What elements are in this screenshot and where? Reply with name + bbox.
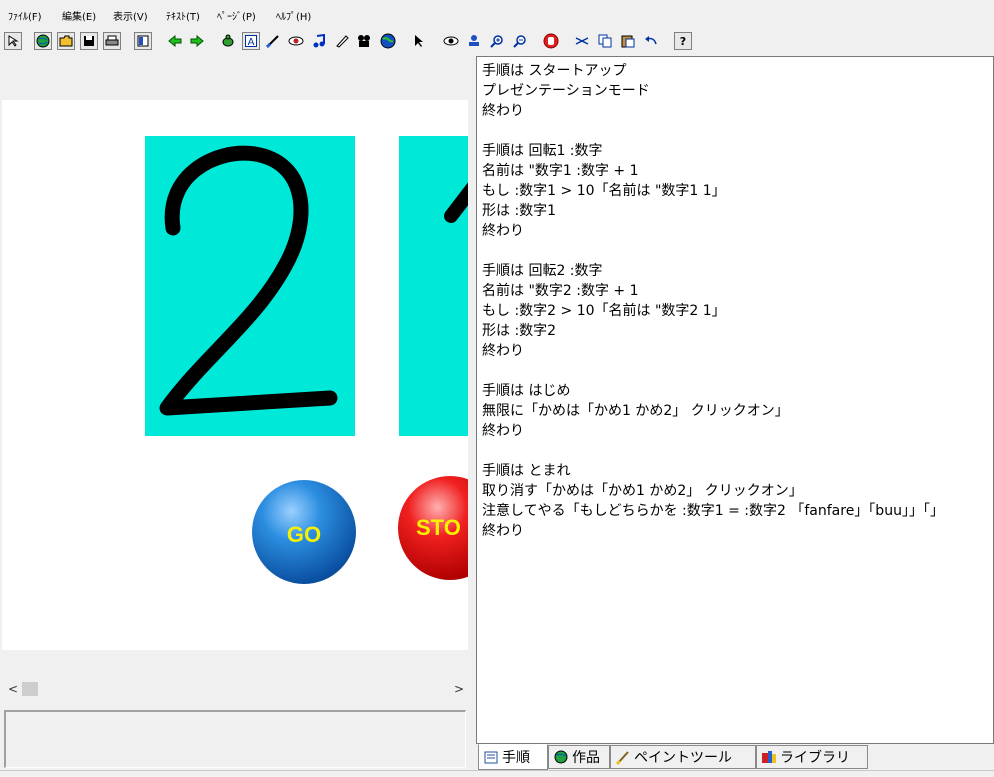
menu-text[interactable]: ﾃｷｽﾄ(T) — [166, 8, 200, 23]
tab-library-label: ライブラリ — [780, 750, 850, 766]
library-icon — [761, 749, 777, 765]
script-line[interactable]: 名前は "数字1 :数字 + 1 — [482, 161, 987, 181]
script-line[interactable]: 手順は スタートアップ — [482, 61, 987, 81]
stage-canvas[interactable]: GO STO — [2, 100, 468, 650]
watch-icon[interactable] — [442, 32, 460, 50]
stage-pane: GO STO — [2, 56, 468, 680]
stage-horizontal-scrollbar[interactable]: < > — [2, 680, 468, 698]
movie-camera-icon[interactable] — [356, 32, 374, 50]
svg-text:A: A — [248, 37, 255, 47]
copy-icon[interactable] — [596, 32, 614, 50]
go-label: GO — [286, 522, 322, 547]
music-note-icon[interactable] — [310, 32, 328, 50]
stop-label: STO — [416, 515, 461, 540]
message-box — [4, 710, 466, 768]
open-folder-icon[interactable] — [57, 32, 75, 50]
script-line[interactable]: 終わり — [482, 101, 987, 121]
paint-brush-icon[interactable] — [264, 32, 282, 50]
zoom-out-icon[interactable] — [511, 32, 529, 50]
stop-hand-icon[interactable] — [542, 32, 560, 50]
tab-paint-tool-label: ペイントツール — [634, 750, 732, 766]
stop-button[interactable]: STO — [398, 476, 468, 580]
select-arrow-icon[interactable] — [410, 32, 428, 50]
forward-arrow-icon[interactable] — [188, 32, 206, 50]
script-line[interactable]: 終わり — [482, 521, 987, 541]
tab-works[interactable]: 作品 — [548, 745, 610, 769]
menu-view[interactable]: 表示(V) — [113, 8, 148, 23]
script-line[interactable]: 手順は とまれ — [482, 461, 987, 481]
script-line[interactable]: プレゼンテーションモード — [482, 81, 987, 101]
text-box-icon[interactable]: A — [242, 32, 260, 50]
save-icon[interactable] — [80, 32, 98, 50]
number-card-1[interactable] — [145, 136, 355, 436]
world-icon[interactable] — [379, 32, 397, 50]
script-line[interactable]: 無限に「かめは「かめ1 かめ2」 クリックオン」 — [482, 401, 987, 421]
digit-two-drawing — [159, 145, 338, 416]
script-line[interactable] — [482, 241, 987, 261]
eye-icon[interactable] — [287, 32, 305, 50]
tab-script[interactable]: 手順 — [478, 744, 548, 770]
back-arrow-icon[interactable] — [166, 32, 184, 50]
go-button[interactable]: GO — [252, 480, 356, 584]
menu-file[interactable]: ﾌｧｲﾙ(F) — [8, 8, 42, 23]
script-text[interactable]: 手順は スタートアップ プレゼンテーションモード 終わり 手順は 回転1 :数字 名前は… — [482, 61, 987, 541]
print-icon[interactable] — [103, 32, 121, 50]
tab-paint-tool[interactable]: ペイントツール — [610, 745, 756, 769]
script-line[interactable] — [482, 361, 987, 381]
menu-bar: ﾌｧｲﾙ(F) 編集(E) 表示(V) ﾃｷｽﾄ(T) ﾍﾟｰｼﾞ(P) ﾍﾙﾌ… — [0, 0, 994, 30]
paint-brush-icon — [615, 749, 631, 766]
pen-icon[interactable] — [333, 32, 351, 50]
script-line[interactable]: 終わり — [482, 341, 987, 361]
script-editor[interactable]: 手順は スタートアップ プレゼンテーションモード 終わり 手順は 回転1 :数字 名前は… — [476, 56, 994, 744]
help-icon[interactable]: ? — [674, 32, 692, 50]
script-line[interactable]: 取り消す「かめは「かめ1 かめ2」 クリックオン」 — [482, 481, 987, 501]
script-line[interactable]: 名前は "数字2 :数字 + 1 — [482, 281, 987, 301]
script-line[interactable]: もし :数字2 > 10「名前は "数字2 1」 — [482, 301, 987, 321]
paste-icon[interactable] — [619, 32, 637, 50]
editor-tabs: 手順 作品 ペイントツール ライブラリ — [476, 744, 994, 770]
script-line[interactable]: 注意してやる「もしどちらかを :数字1 = :数字2 「fanfare」「buu… — [482, 501, 987, 521]
zoom-in-icon[interactable] — [488, 32, 506, 50]
globe-icon — [553, 749, 569, 765]
script-line[interactable]: 終わり — [482, 221, 987, 241]
script-line[interactable] — [482, 121, 987, 141]
stamp-icon[interactable] — [465, 32, 483, 50]
turtle-icon[interactable] — [219, 32, 237, 50]
menu-page[interactable]: ﾍﾟｰｼﾞ(P) — [217, 8, 256, 23]
toolbar: A ? — [0, 30, 994, 54]
script-line[interactable]: 手順は はじめ — [482, 381, 987, 401]
script-line[interactable]: もし :数字1 > 10「名前は "数字1 1」 — [482, 181, 987, 201]
help-label: ? — [679, 34, 687, 48]
script-line[interactable]: 形は :数字2 — [482, 321, 987, 341]
scissors-icon[interactable] — [573, 32, 591, 50]
undo-icon[interactable] — [642, 32, 660, 50]
scroll-thumb[interactable] — [22, 682, 38, 696]
script-line[interactable]: 形は :数字1 — [482, 201, 987, 221]
menu-edit[interactable]: 編集(E) — [62, 8, 96, 23]
script-line[interactable] — [482, 441, 987, 461]
scroll-right-button[interactable]: > — [450, 680, 468, 698]
number-card-2[interactable] — [399, 136, 468, 436]
menu-help[interactable]: ﾍﾙﾌﾟ(H) — [276, 8, 311, 23]
script-line[interactable]: 手順は 回転1 :数字 — [482, 141, 987, 161]
tab-script-label: 手順 — [502, 750, 530, 766]
script-icon — [483, 749, 499, 765]
pointer-icon[interactable] — [4, 32, 22, 50]
digit-one-drawing — [444, 182, 468, 223]
tab-works-label: 作品 — [572, 750, 600, 766]
tab-library[interactable]: ライブラリ — [756, 745, 868, 769]
script-line[interactable]: 終わり — [482, 421, 987, 441]
globe-icon[interactable] — [34, 32, 52, 50]
script-line[interactable]: 手順は 回転2 :数字 — [482, 261, 987, 281]
page-list-icon[interactable] — [134, 32, 152, 50]
scroll-left-button[interactable]: < — [4, 680, 22, 698]
